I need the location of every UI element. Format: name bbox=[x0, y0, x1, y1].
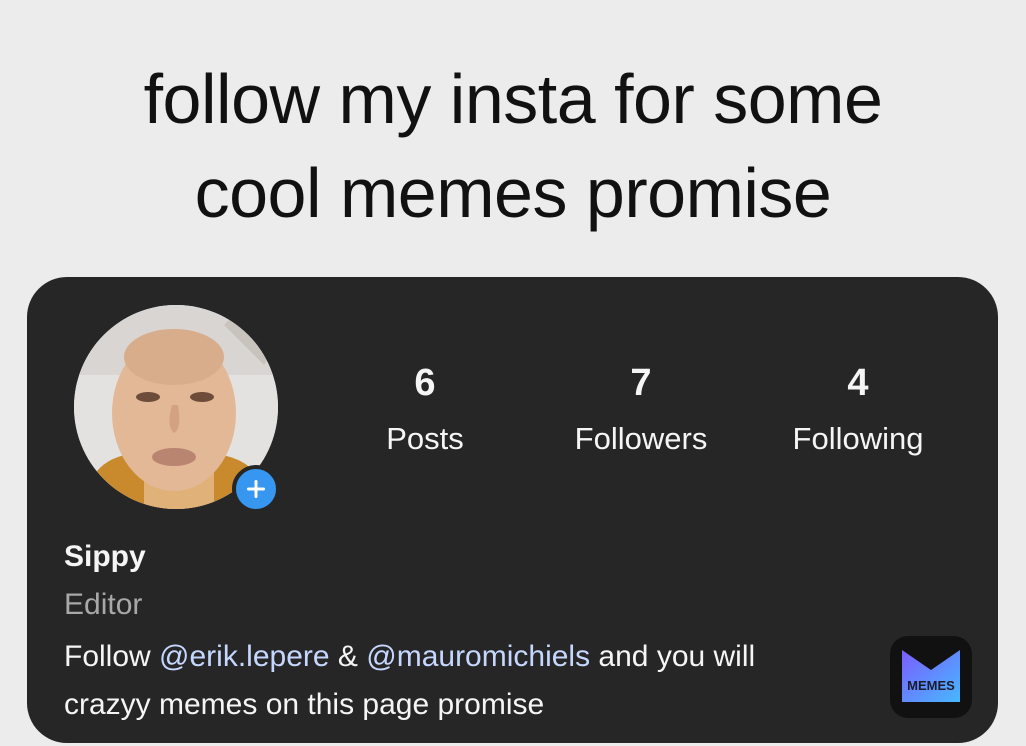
add-story-button[interactable] bbox=[232, 465, 280, 513]
bio-text-1: Follow bbox=[64, 640, 160, 673]
bio-line-1: Follow @erik.lepere & @mauromichiels and… bbox=[64, 633, 894, 681]
mention-link-mauro[interactable]: @mauromichiels bbox=[366, 640, 590, 673]
meme-caption: follow my insta for some cool memes prom… bbox=[0, 52, 1026, 240]
memes-app-logo-icon: MEMES bbox=[902, 650, 960, 702]
profile-category: Editor bbox=[64, 588, 143, 621]
bio-line-2: crazyy memes on this page promise bbox=[64, 688, 545, 721]
bio-text-2: & bbox=[329, 640, 367, 673]
posts-count: 6 bbox=[414, 362, 436, 404]
profile-card: 6 Posts 7 Followers 4 Following Sippy Ed… bbox=[27, 277, 998, 743]
caption-line-2: cool memes promise bbox=[194, 154, 832, 232]
followers-label: Followers bbox=[574, 421, 708, 456]
mention-link-erik[interactable]: @erik.lepere bbox=[159, 640, 330, 673]
stat-following[interactable]: 4 Following bbox=[768, 361, 948, 459]
plus-icon bbox=[247, 480, 265, 498]
stat-followers[interactable]: 7 Followers bbox=[551, 361, 731, 459]
profile-bio: Follow @erik.lepere & @mauromichiels and… bbox=[64, 633, 894, 729]
memes-logo-text: MEMES bbox=[907, 678, 955, 693]
following-label: Following bbox=[792, 421, 924, 456]
caption-line-1: follow my insta for some bbox=[143, 60, 883, 138]
stat-posts[interactable]: 6 Posts bbox=[335, 361, 515, 459]
following-count: 4 bbox=[847, 362, 869, 404]
bio-text-3: and you will bbox=[590, 640, 756, 673]
posts-label: Posts bbox=[386, 421, 464, 456]
profile-name: Sippy bbox=[64, 540, 146, 573]
memes-watermark: MEMES bbox=[890, 636, 972, 718]
followers-count: 7 bbox=[630, 362, 652, 404]
